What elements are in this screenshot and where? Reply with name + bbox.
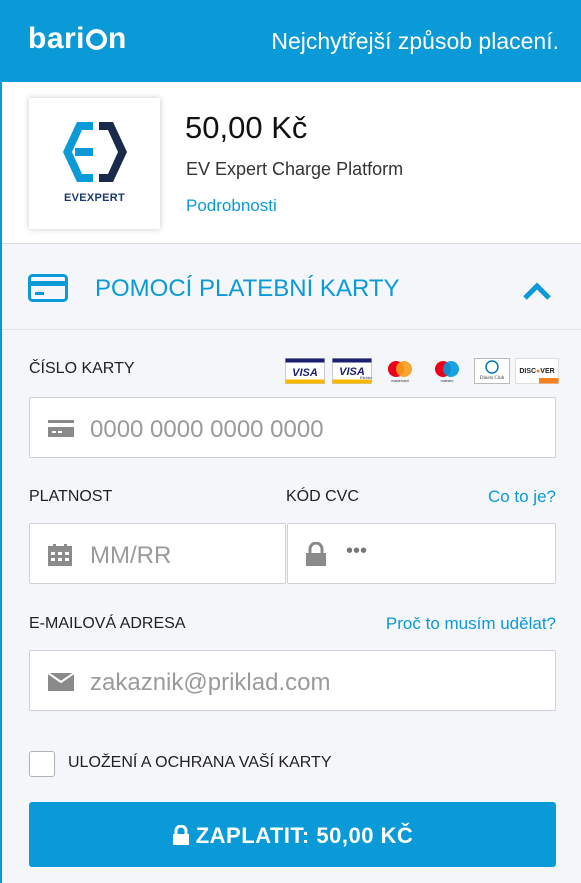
payment-card: EVEXPERT 50,00 Kč EV Expert Charge Platf… xyxy=(2,82,581,883)
discover-icon: DISC●VER xyxy=(515,358,559,384)
header-tagline: Nejchytřejší způsob placení. xyxy=(271,28,559,54)
header-bar: bari n Nejchytřejší způsob placení. xyxy=(0,0,581,82)
cvc-input[interactable]: ••• xyxy=(287,523,556,584)
chevron-up-icon[interactable] xyxy=(523,282,551,305)
svg-text:VISA: VISA xyxy=(292,367,318,379)
payment-method-label: POMOCÍ PLATEBNÍ KARTY xyxy=(95,275,400,302)
email-placeholder: zakaznik@priklad.com xyxy=(90,669,331,696)
evexpert-logo-icon xyxy=(63,122,127,182)
pay-button-text: ZAPLATIT: 50,00 KČ xyxy=(195,823,414,848)
lock-icon xyxy=(305,541,327,571)
merchant-name: EV Expert Charge Platform xyxy=(186,159,404,179)
payment-method-header[interactable]: POMOCÍ PLATEBNÍ KARTY xyxy=(2,244,581,330)
expiry-placeholder: MM/RR xyxy=(90,542,172,569)
envelope-icon xyxy=(47,672,75,696)
barion-logo[interactable]: bari n xyxy=(28,22,127,56)
svg-text:maestro: maestro xyxy=(441,379,454,383)
cvc-placeholder: ••• xyxy=(346,540,368,562)
expiry-input[interactable]: MM/RR xyxy=(29,523,286,584)
merchant-summary: EVEXPERT 50,00 Kč EV Expert Charge Platf… xyxy=(2,82,581,244)
email-help-link[interactable]: Proč to musím udělat? xyxy=(386,614,556,634)
cvc-help-link[interactable]: Co to je? xyxy=(488,487,556,507)
diners-club-icon: Diners Club xyxy=(474,358,510,384)
lock-icon xyxy=(172,824,189,845)
pay-button[interactable]: ZAPLATIT: 50,00 KČ xyxy=(29,802,556,867)
card-number-icon xyxy=(48,418,74,443)
cvc-label: KÓD CVC xyxy=(286,488,359,505)
details-link[interactable]: Podrobnosti xyxy=(186,196,277,216)
card-number-placeholder: 0000 0000 0000 0000 xyxy=(90,416,324,443)
visa-icon: VISA xyxy=(285,358,325,384)
visa-electron-icon: VISA Electron xyxy=(332,358,372,384)
credit-card-icon xyxy=(28,274,68,307)
svg-text:Electron: Electron xyxy=(360,375,372,380)
card-number-label: ČÍSLO KARTY xyxy=(29,360,135,377)
save-card-label[interactable]: ULOŽENÍ A OCHRANA VAŠÍ KARTY xyxy=(68,754,331,772)
email-label: E-MAILOVÁ ADRESA xyxy=(29,615,186,632)
expiry-label: PLATNOST xyxy=(29,488,113,505)
pay-button-label: ZAPLATIT: 50,00 KČ xyxy=(29,823,556,849)
payment-amount: 50,00 Kč xyxy=(185,110,308,145)
svg-text:DISC●VER: DISC●VER xyxy=(519,368,554,375)
svg-text:Diners Club: Diners Club xyxy=(480,376,505,381)
card-number-input[interactable]: 0000 0000 0000 0000 xyxy=(29,397,556,458)
mastercard-icon: mastercard xyxy=(388,361,412,383)
merchant-logo-text: EVEXPERT xyxy=(63,192,126,204)
barion-logo-o xyxy=(86,29,108,50)
save-card-checkbox[interactable] xyxy=(29,751,55,777)
calendar-icon xyxy=(48,544,72,571)
merchant-logo: EVEXPERT xyxy=(29,98,160,229)
card-form: ČÍSLO KARTY VISA VISA Electron mastercar… xyxy=(2,330,581,883)
maestro-icon: maestro xyxy=(435,361,459,383)
svg-text:mastercard: mastercard xyxy=(391,379,409,383)
email-input[interactable]: zakaznik@priklad.com xyxy=(29,650,556,711)
